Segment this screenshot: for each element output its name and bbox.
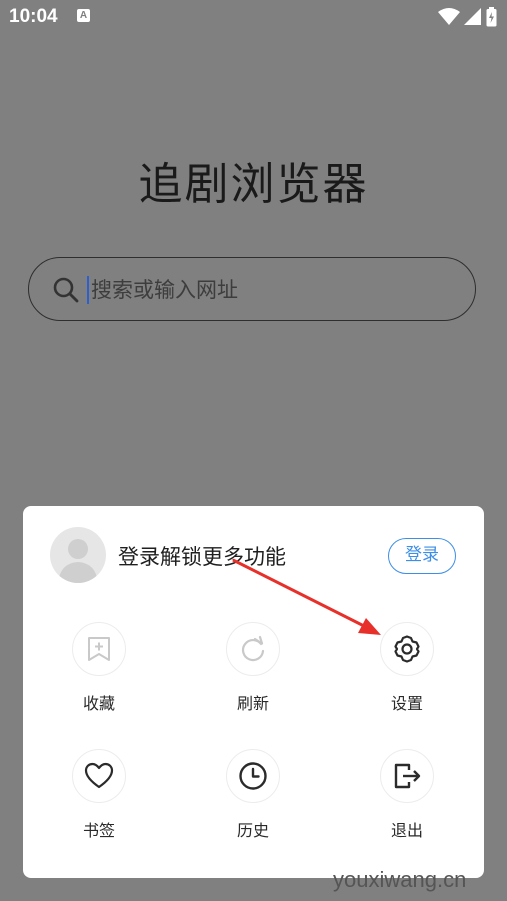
exit-icon: [380, 749, 434, 803]
menu-item-settings[interactable]: 设置: [357, 622, 457, 714]
menu-item-label: 退出: [390, 821, 423, 840]
menu-item-exit[interactable]: 退出: [357, 749, 457, 841]
status-time: 10:04: [9, 6, 58, 27]
battery-icon: [486, 7, 497, 27]
wifi-icon: [438, 8, 460, 25]
heart-icon: [72, 749, 126, 803]
text-cursor: [87, 276, 89, 304]
watermark: youxiwang.cn: [333, 867, 467, 892]
avatar[interactable]: [50, 527, 106, 583]
search-input[interactable]: 搜索或输入网址: [28, 257, 476, 321]
app-title: 追剧浏览器: [138, 159, 369, 210]
login-prompt: 登录解锁更多功能: [118, 545, 286, 569]
menu-item-favorites[interactable]: 收藏: [49, 622, 149, 714]
notification-a-icon: A: [77, 9, 90, 22]
bookmark-add-icon: [72, 622, 126, 676]
refresh-icon: [226, 622, 280, 676]
user-icon: [58, 539, 98, 583]
signal-icon: [464, 8, 481, 25]
login-button[interactable]: 登录: [388, 538, 456, 574]
gear-icon: [380, 622, 434, 676]
search-icon: [53, 277, 79, 303]
status-bar: 10:04 A: [0, 0, 507, 36]
clock-icon: [226, 749, 280, 803]
menu-panel: 登录解锁更多功能 登录 收藏 刷新 设置 书签 历史 退出: [23, 506, 484, 878]
menu-item-bookmarks[interactable]: 书签: [49, 749, 149, 841]
menu-item-history[interactable]: 历史: [203, 749, 303, 841]
menu-item-label: 设置: [390, 694, 423, 713]
menu-item-refresh[interactable]: 刷新: [203, 622, 303, 714]
menu-item-label: 刷新: [236, 694, 269, 713]
search-placeholder: 搜索或输入网址: [91, 278, 238, 302]
menu-item-label: 书签: [82, 821, 115, 840]
status-icons: [438, 6, 497, 28]
menu-item-label: 历史: [236, 821, 269, 840]
menu-item-label: 收藏: [82, 694, 115, 713]
